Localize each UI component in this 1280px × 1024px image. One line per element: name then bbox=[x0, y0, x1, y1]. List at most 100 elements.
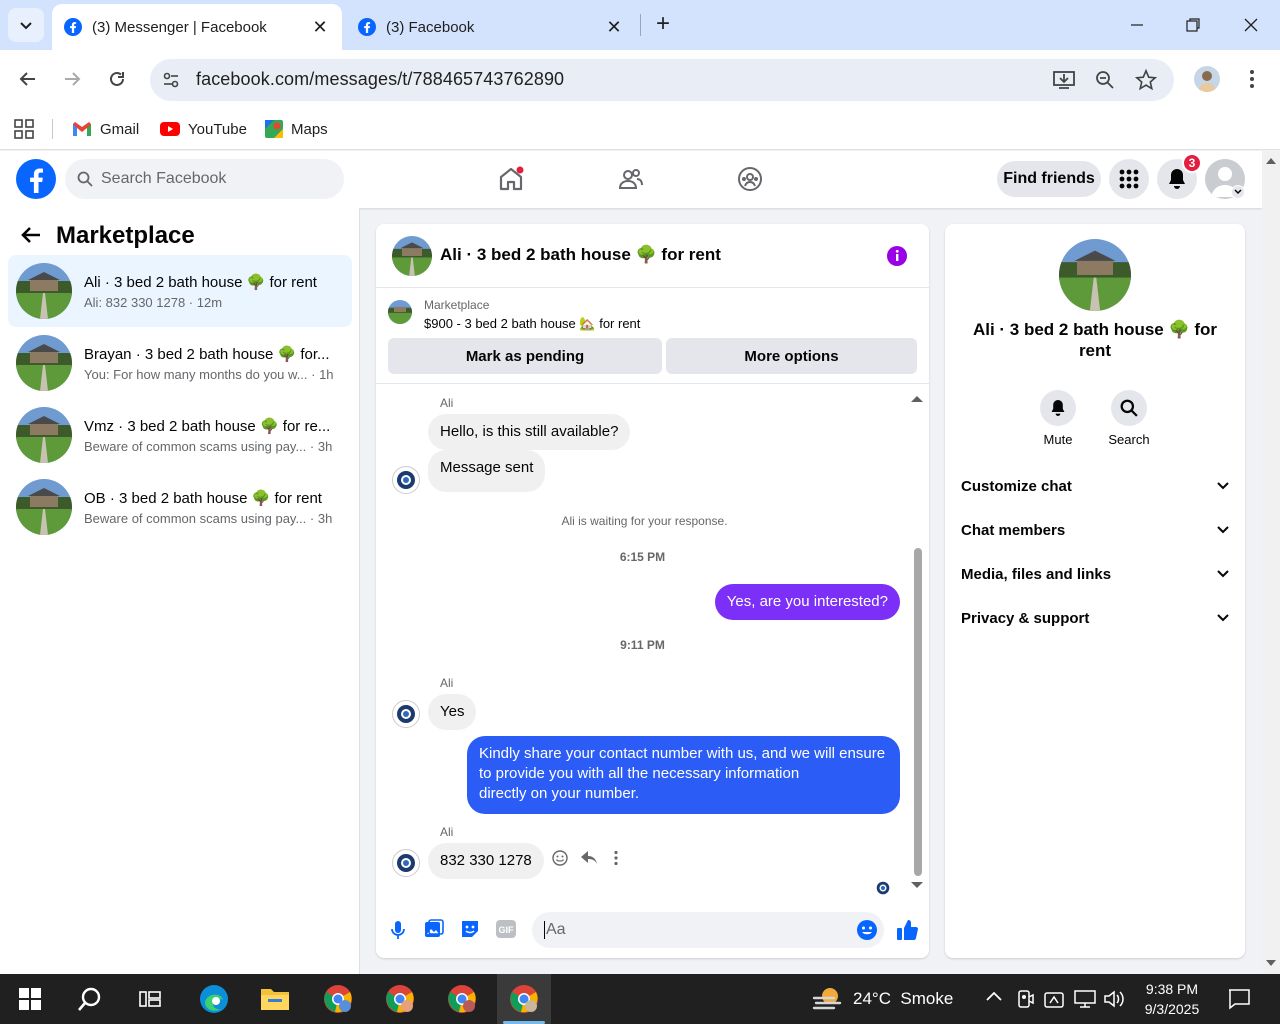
apps-button[interactable] bbox=[14, 116, 34, 142]
profile-avatar[interactable] bbox=[1194, 66, 1220, 92]
sticker-button[interactable] bbox=[460, 919, 480, 939]
chat-avatar[interactable] bbox=[392, 236, 432, 276]
site-settings-icon[interactable] bbox=[162, 71, 180, 89]
emoji-icon[interactable] bbox=[856, 919, 878, 941]
mute-button[interactable]: Mute bbox=[1022, 390, 1094, 447]
listing-summary[interactable]: $900 - 3 bed 2 bath house 🏡 for rent bbox=[424, 316, 640, 332]
message-more-button[interactable] bbox=[610, 850, 622, 866]
scroll-down-icon[interactable] bbox=[909, 880, 925, 890]
taskbar-search-button[interactable] bbox=[63, 974, 117, 1024]
address-bar[interactable]: facebook.com/messages/t/788465743762890 bbox=[150, 59, 1174, 101]
message-bubble-outgoing[interactable]: Kindly share your contact number with us… bbox=[467, 736, 900, 814]
bookmark-gmail[interactable]: Gmail bbox=[72, 116, 139, 142]
chat-scroll-thumb[interactable] bbox=[914, 548, 922, 876]
volume-tray-icon[interactable] bbox=[1103, 989, 1125, 1009]
forward-button[interactable] bbox=[55, 62, 89, 96]
zoom-icon[interactable] bbox=[1095, 70, 1115, 90]
bookmark-youtube[interactable]: YouTube bbox=[160, 116, 247, 142]
nav-groups[interactable] bbox=[730, 161, 770, 197]
start-button[interactable] bbox=[3, 974, 57, 1024]
section-media-files-links[interactable]: Media, files and links bbox=[961, 552, 1229, 596]
chrome-menu-button[interactable] bbox=[1242, 68, 1262, 90]
reload-button[interactable] bbox=[100, 62, 134, 96]
bookmark-star-icon[interactable] bbox=[1135, 69, 1157, 91]
scroll-down-icon[interactable] bbox=[1265, 959, 1277, 967]
scroll-up-icon[interactable] bbox=[909, 394, 925, 404]
weather-icon[interactable] bbox=[812, 984, 844, 1014]
smoke-weather-icon bbox=[812, 988, 842, 1010]
message-bubble-incoming[interactable]: Message sent bbox=[428, 450, 546, 492]
taskbar-file-explorer[interactable] bbox=[248, 974, 302, 1024]
restore-button[interactable] bbox=[1164, 0, 1222, 50]
search-facebook-input[interactable]: Search Facebook bbox=[65, 159, 344, 199]
tab-title: (3) Messenger | Facebook bbox=[92, 18, 267, 36]
conversation-item[interactable]: Vmz · 3 bed 2 bath house 🌳 for re... Bewa… bbox=[8, 399, 352, 471]
new-tab-button[interactable]: + bbox=[650, 12, 676, 38]
nav-home[interactable] bbox=[491, 161, 531, 197]
account-chevron[interactable] bbox=[1231, 185, 1245, 199]
weather-text[interactable]: 24°C Smoke bbox=[853, 989, 953, 1009]
close-tab-icon[interactable]: ✕ bbox=[604, 17, 624, 37]
section-customize-chat[interactable]: Customize chat bbox=[961, 464, 1229, 508]
page-scrollbar[interactable] bbox=[1262, 151, 1280, 974]
back-button[interactable] bbox=[11, 62, 45, 96]
tab-search-button[interactable] bbox=[8, 8, 44, 42]
chevron-down-icon bbox=[20, 22, 32, 30]
conversation-item[interactable]: Brayan · 3 bed 2 bath house 🌳 for... You:… bbox=[8, 327, 352, 399]
arrow-left-icon bbox=[19, 72, 35, 86]
message-bubble-incoming[interactable]: Hello, is this still available? bbox=[428, 414, 631, 450]
tab-messenger[interactable]: (3) Messenger | Facebook ✕ bbox=[52, 4, 342, 50]
arrow-left-icon bbox=[21, 227, 40, 243]
section-chat-members[interactable]: Chat members bbox=[961, 508, 1229, 552]
conversation-info-button[interactable] bbox=[886, 245, 908, 267]
message-bubble-incoming[interactable]: Yes bbox=[428, 694, 477, 730]
taskbar-chrome-1[interactable] bbox=[311, 974, 365, 1024]
close-tab-icon[interactable]: ✕ bbox=[310, 17, 330, 37]
chat-title[interactable]: Ali · 3 bed 2 bath house 🌳 for rent bbox=[440, 245, 721, 265]
more-options-button[interactable]: More options bbox=[666, 338, 917, 374]
back-arrow-button[interactable] bbox=[20, 224, 42, 246]
search-in-conversation-button[interactable]: Search bbox=[1093, 390, 1165, 447]
taskbar-chrome-4[interactable] bbox=[497, 974, 551, 1024]
react-button[interactable] bbox=[552, 850, 568, 866]
chat-window: Ali · 3 bed 2 bath house 🌳 for rent Mark… bbox=[376, 224, 929, 958]
taskbar-chrome-2[interactable] bbox=[373, 974, 427, 1024]
windows-taskbar: 24°C Smoke 9:38 PM 9/3/2025 bbox=[0, 974, 1280, 1024]
reply-button[interactable] bbox=[580, 850, 598, 866]
conversation-item[interactable]: OB · 3 bed 2 bath house 🌳 for rent Beware… bbox=[8, 471, 352, 543]
mark-as-pending-button[interactable]: Mark as pending bbox=[388, 338, 662, 374]
bookmark-maps[interactable]: Maps bbox=[265, 116, 328, 142]
message-bubble-incoming[interactable]: 832 330 1278 bbox=[428, 843, 544, 879]
nav-friends[interactable] bbox=[611, 161, 651, 197]
house-photo-icon bbox=[16, 407, 72, 463]
taskbar-edge[interactable] bbox=[187, 974, 241, 1024]
close-window-button[interactable] bbox=[1222, 0, 1280, 50]
tab-facebook[interactable]: (3) Facebook ✕ bbox=[346, 4, 636, 50]
network-tray-icon[interactable] bbox=[1074, 989, 1096, 1009]
facebook-logo[interactable] bbox=[16, 159, 56, 199]
attach-photo-button[interactable] bbox=[424, 919, 444, 939]
hidden-icons-button[interactable] bbox=[985, 990, 1003, 1002]
arrow-right-icon bbox=[65, 72, 81, 86]
like-button[interactable] bbox=[895, 918, 919, 942]
profile-icon bbox=[1198, 71, 1216, 92]
conversation-item[interactable]: Ali · 3 bed 2 bath house 🌳 for rent Ali: … bbox=[8, 255, 352, 327]
find-friends-button[interactable]: Find friends bbox=[997, 161, 1101, 197]
message-bubble-outgoing[interactable]: Yes, are you interested? bbox=[714, 584, 900, 620]
security-tray-icon[interactable] bbox=[1044, 989, 1064, 1009]
menu-button[interactable] bbox=[1109, 159, 1149, 199]
notification-center-button[interactable] bbox=[1228, 988, 1250, 1010]
system-clock[interactable]: 9:38 PM 9/3/2025 bbox=[1138, 979, 1206, 1019]
task-view-button[interactable] bbox=[123, 974, 177, 1024]
minimize-button[interactable] bbox=[1108, 0, 1166, 50]
install-app-icon[interactable] bbox=[1053, 70, 1075, 90]
taskbar-chrome-3[interactable] bbox=[435, 974, 489, 1024]
scroll-up-icon[interactable] bbox=[1265, 157, 1277, 165]
voice-clip-button[interactable] bbox=[388, 919, 408, 941]
edge-icon bbox=[200, 985, 228, 1013]
camera-tray-icon[interactable] bbox=[1016, 989, 1034, 1009]
message-input[interactable]: Aa bbox=[532, 912, 884, 948]
section-privacy-support[interactable]: Privacy & support bbox=[961, 596, 1229, 640]
details-avatar bbox=[1059, 239, 1131, 311]
gif-button[interactable]: GIF bbox=[496, 920, 516, 938]
